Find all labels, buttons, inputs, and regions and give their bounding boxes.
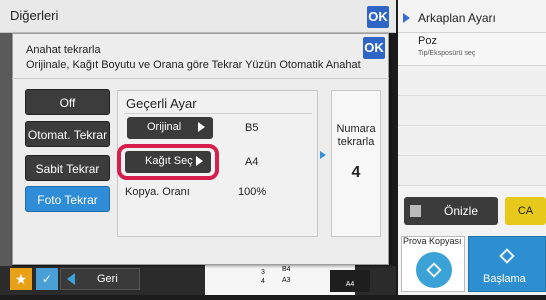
proof-copy-label: Prova Kopyası <box>403 236 462 246</box>
dialog-ok-button[interactable]: OK <box>363 37 385 59</box>
background-ok-button[interactable]: OK <box>367 6 389 28</box>
repeat-count-value: 4 <box>351 164 361 181</box>
mode-auto-repeat-button[interactable]: Otomat. Tekrar <box>25 121 110 147</box>
original-size-label: Orijinal <box>147 121 182 133</box>
background-title: Diğerleri <box>10 8 59 23</box>
ca-button[interactable]: CA <box>505 197 546 225</box>
paper-size-value: A4 <box>245 156 259 168</box>
repeat-count-label-line2: tekrarla <box>337 136 375 148</box>
list-item[interactable] <box>398 66 546 96</box>
arrow-right-icon <box>320 151 326 159</box>
right-panel-title: Arkaplan Ayarı <box>418 11 496 25</box>
original-size-button[interactable]: Orijinal <box>127 117 213 139</box>
exposure-item-sub: Tip/Eksposürü seç <box>418 50 476 57</box>
copy-ratio-value: 100% <box>238 186 267 198</box>
repeat-count-label: Numara tekrarla <box>331 123 381 149</box>
proof-copy-button[interactable] <box>416 252 452 288</box>
dialog-title: Anahat tekrarla <box>26 44 101 56</box>
tray-number: 3 <box>261 269 265 276</box>
mode-photo-repeat-button[interactable]: Foto Tekrar <box>25 186 110 212</box>
back-arrow-icon <box>67 273 75 285</box>
mode-fixed-repeat-button[interactable]: Sabit Tekrar <box>25 155 110 181</box>
tray-size: A3 <box>282 277 291 284</box>
list-item[interactable] <box>398 126 546 156</box>
arrow-right-icon <box>198 122 205 132</box>
preview-icon <box>410 205 421 217</box>
selected-tray[interactable]: A4 <box>330 270 370 292</box>
start-diamond-icon <box>499 248 515 265</box>
back-label: Geri <box>97 273 118 285</box>
favorite-star-icon[interactable]: ★ <box>10 268 32 290</box>
tray-size: B4 <box>282 266 291 273</box>
start-diamond-icon <box>426 262 442 278</box>
copy-ratio-label: Kopya. Oranı <box>125 186 190 198</box>
original-size-value: B5 <box>245 122 259 134</box>
exposure-item-label: Poz <box>418 35 437 47</box>
repeat-count-label-line1: Numara <box>336 123 376 135</box>
left-edge-strip <box>0 33 12 266</box>
right-panel-list <box>398 66 546 186</box>
background-header <box>0 0 396 33</box>
mode-off-button[interactable]: Off <box>25 89 110 115</box>
play-arrow-icon <box>403 13 410 23</box>
highlight-ring <box>117 144 219 180</box>
dialog-description: Orijinale, Kağıt Boyutu ve Orana göre Te… <box>26 59 361 71</box>
preview-label: Önizle <box>444 204 479 218</box>
divider <box>12 78 389 79</box>
list-item[interactable] <box>398 156 546 186</box>
preview-button[interactable]: Önizle <box>404 197 498 225</box>
start-label: Başlama <box>483 273 526 285</box>
tray-number: 4 <box>261 278 265 285</box>
list-item[interactable] <box>398 96 546 126</box>
check-icon[interactable]: ✓ <box>36 268 58 290</box>
current-settings-title: Geçerli Ayar <box>126 96 197 111</box>
divider <box>124 113 312 114</box>
back-button[interactable]: Geri <box>60 268 140 290</box>
